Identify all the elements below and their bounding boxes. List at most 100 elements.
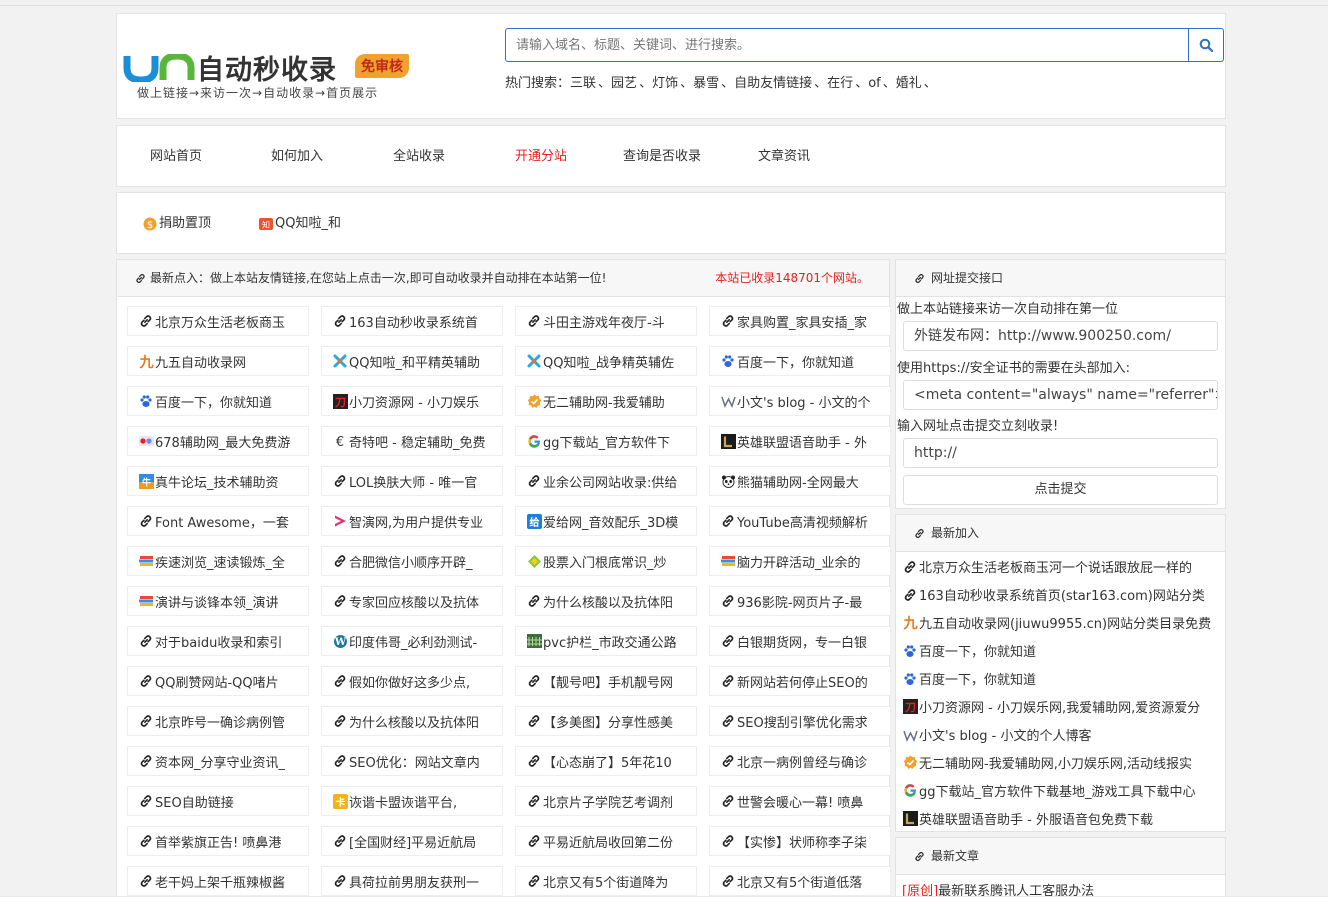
site-link-cell[interactable]: 北京又有5个街道降为	[515, 866, 697, 896]
hot-keyword[interactable]: 婚礼	[896, 76, 922, 91]
site-link-cell[interactable]: 首举紫旗正告! 喷鼻港	[127, 826, 309, 856]
site-link-cell[interactable]: 股票入门根底常识_炒	[515, 546, 697, 576]
link-icon	[720, 713, 736, 729]
site-link-cell[interactable]: 卡诙谐卡盟诙谐平台,	[321, 786, 503, 816]
nav-item-check-indexed[interactable]: 查询是否收录	[623, 126, 701, 188]
site-link-cell[interactable]: 家具购置_家具安插_家	[709, 306, 891, 336]
latest-joined-item[interactable]: 英雄联盟语音助手 - 外服语音包免费下载	[902, 809, 1224, 828]
latest-joined-item[interactable]: 百度一下，你就知道	[902, 669, 1224, 688]
site-link-cell[interactable]: 936影院-网页片子-最	[709, 586, 891, 616]
site-link-cell[interactable]: 资本网_分享守业资讯_	[127, 746, 309, 776]
hot-keyword[interactable]: of	[868, 76, 881, 91]
site-link-cell[interactable]: 专家回应核酸以及抗体	[321, 586, 503, 616]
site-link-cell[interactable]: 【靓号吧】手机靓号网	[515, 666, 697, 696]
hot-keyword[interactable]: 暴雪	[693, 76, 719, 91]
site-link-cell[interactable]: 百度一下，你就知道	[709, 346, 891, 376]
zhenniu-icon: 牛	[138, 473, 154, 489]
url-input[interactable]: http://	[903, 438, 1218, 468]
site-link-cell[interactable]: 老干妈上架千瓶辣椒酱	[127, 866, 309, 896]
site-link-cell[interactable]: 百度一下，你就知道	[127, 386, 309, 416]
site-link-cell[interactable]: 北京一病例曾经与确诊	[709, 746, 891, 776]
site-link-cell[interactable]: 【心态崩了】5年花10	[515, 746, 697, 776]
site-link-cell[interactable]: 678辅助网_最大免费游	[127, 426, 309, 456]
svg-text:W: W	[333, 637, 346, 648]
site-link-cell[interactable]: W 印度伟哥_必利劲测试-	[321, 626, 503, 656]
site-link-cell[interactable]: 合肥微信小顺序开辟_	[321, 546, 503, 576]
site-link-cell[interactable]: YouTube高清视频解析	[709, 506, 891, 536]
site-link-cell[interactable]: QQ知啦_战争精英辅佐	[515, 346, 697, 376]
latest-joined-item[interactable]: gg下载站_官方软件下载基地_游戏工具下载中心	[902, 781, 1224, 800]
search-button[interactable]	[1188, 28, 1224, 62]
site-link-cell[interactable]: 牛真牛论坛_技术辅助资	[127, 466, 309, 496]
site-link-cell[interactable]: € 奇特吧 - 稳定辅助_免费	[321, 426, 503, 456]
site-link-cell[interactable]: 假如你做好这多少点,	[321, 666, 503, 696]
site-link-cell[interactable]: 163自动秒收录系统首	[321, 306, 503, 336]
hot-keyword[interactable]: 灯饰	[652, 76, 678, 91]
site-link-cell[interactable]: 熊猫辅助网-全网最大	[709, 466, 891, 496]
site-link-cell[interactable]: 【实惨】状师称李子柒	[709, 826, 891, 856]
site-link-cell[interactable]: 平易近航局收回第二份	[515, 826, 697, 856]
referrer-meta-box[interactable]: <meta content="always" name="referrer">	[903, 380, 1218, 410]
site-link-cell[interactable]: Font Awesome，一套	[127, 506, 309, 536]
site-link-cell[interactable]: 【多美图】分享性感美	[515, 706, 697, 736]
site-link-cell[interactable]: 新网站若何停止SEO的	[709, 666, 891, 696]
latest-joined-item[interactable]: 刀小刀资源网 - 小刀娱乐网,我爱辅助网,爱资源爱分	[902, 697, 1224, 716]
site-link-cell[interactable]: 英雄联盟语音助手 - 外	[709, 426, 891, 456]
svg-text:刀: 刀	[335, 396, 346, 409]
site-link-cell[interactable]: 业余公司网站收录:供给	[515, 466, 697, 496]
site-link-cell[interactable]: 小文's blog - 小文的个	[709, 386, 891, 416]
site-link-cell[interactable]: 斗田主游戏年夜厅-斗	[515, 306, 697, 336]
site-link-cell[interactable]: pvc护栏_市政交通公路	[515, 626, 697, 656]
hot-keyword[interactable]: 在行	[827, 76, 853, 91]
site-link-cell[interactable]: 九九五自动收录网	[127, 346, 309, 376]
link-icon	[526, 833, 542, 849]
site-link-cell[interactable]: 北京又有5个街道低落	[709, 866, 891, 896]
site-link-cell[interactable]: 具荷拉前男朋友获刑一	[321, 866, 503, 896]
latest-joined-item[interactable]: 百度一下，你就知道	[902, 641, 1224, 660]
latest-joined-item[interactable]: 无二辅助网-我爱辅助网,小刀娱乐网,活动线报实	[902, 753, 1224, 772]
site-link-cell[interactable]: 北京片子学院艺考调剂	[515, 786, 697, 816]
site-link-cell[interactable]: [全国财经]平易近航局	[321, 826, 503, 856]
latest-joined-item[interactable]: 北京万众生活老板商玉河一个说话跟放屁一样的	[902, 557, 1224, 576]
nav-item-articles[interactable]: 文章资讯	[758, 126, 810, 188]
site-link-cell[interactable]: SEO搜刮引擎优化需求	[709, 706, 891, 736]
latest-joined-title-text: 163自动秒收录系统首页(star163.com)网站分类	[919, 589, 1205, 604]
site-link-cell[interactable]: 世警会暖心一幕! 喷鼻	[709, 786, 891, 816]
site-link-cell[interactable]: 无二辅助网-我爱辅助	[515, 386, 697, 416]
site-logo[interactable]: 自动秒收录 免审核 做上链接→来访一次→自动收录→首页展示	[123, 48, 423, 108]
site-link-cell[interactable]: QQ知啦_和平精英辅助	[321, 346, 503, 376]
site-link-cell[interactable]: SEO自助链接	[127, 786, 309, 816]
search-input[interactable]	[505, 28, 1189, 62]
hot-keyword[interactable]: 自助友情链接	[734, 76, 812, 91]
nav-item-how-to-join[interactable]: 如何加入	[271, 126, 323, 188]
site-link-title: SEO搜刮引擎优化需求	[737, 715, 868, 731]
site-link-cell[interactable]: 北京昨号一确诊病例管	[127, 706, 309, 736]
external-link-box[interactable]: 外链发布网：http://www.900250.com/	[903, 321, 1218, 351]
site-link-cell[interactable]: 脑力开辟活动_业余的	[709, 546, 891, 576]
site-link-cell[interactable]: LOL换肤大师 - 唯一官	[321, 466, 503, 496]
site-link-cell[interactable]: SEO优化：网站文章内	[321, 746, 503, 776]
latest-joined-item[interactable]: 小文's blog - 小文的个人博客	[902, 725, 1224, 744]
hot-keyword[interactable]: 园艺	[611, 76, 637, 91]
site-link-cell[interactable]: 智演网,为用户提供专业	[321, 506, 503, 536]
site-link-cell[interactable]: 刀小刀资源网 - 小刀娱乐	[321, 386, 503, 416]
site-link-cell[interactable]: 给爱给网_音效配乐_3D模	[515, 506, 697, 536]
site-link-cell[interactable]: 白银期货网，专一白银	[709, 626, 891, 656]
site-link-cell[interactable]: 疾速浏览_速读锻炼_全	[127, 546, 309, 576]
sub-item-donate[interactable]: $ 捐助置顶	[143, 193, 211, 255]
nav-item-open-substation[interactable]: 开通分站	[515, 126, 567, 188]
sub-item-qq-zhila[interactable]: 知 QQ知啦_和	[259, 193, 341, 255]
nav-item-all-sites[interactable]: 全站收录	[393, 126, 445, 188]
latest-joined-item[interactable]: 163自动秒收录系统首页(star163.com)网站分类	[902, 585, 1224, 604]
site-link-cell[interactable]: gg下载站_官方软件下	[515, 426, 697, 456]
hot-keyword[interactable]: 三联	[570, 76, 596, 91]
site-link-cell[interactable]: QQ刷赞网站-QQ啫片	[127, 666, 309, 696]
site-link-cell[interactable]: 演讲与谈锋本领_演讲	[127, 586, 309, 616]
site-link-cell[interactable]: 为什么核酸以及抗体阳	[515, 586, 697, 616]
latest-joined-item[interactable]: 九九五自动收录网(jiuwu9955.cn)网站分类目录免费	[902, 613, 1224, 632]
nav-item-home[interactable]: 网站首页	[150, 126, 202, 188]
site-link-cell[interactable]: 为什么核酸以及抗体阳	[321, 706, 503, 736]
submit-button[interactable]: 点击提交	[903, 475, 1218, 505]
site-link-cell[interactable]: 北京万众生活老板商玉	[127, 306, 309, 336]
site-link-cell[interactable]: 对于baidu收录和索引	[127, 626, 309, 656]
